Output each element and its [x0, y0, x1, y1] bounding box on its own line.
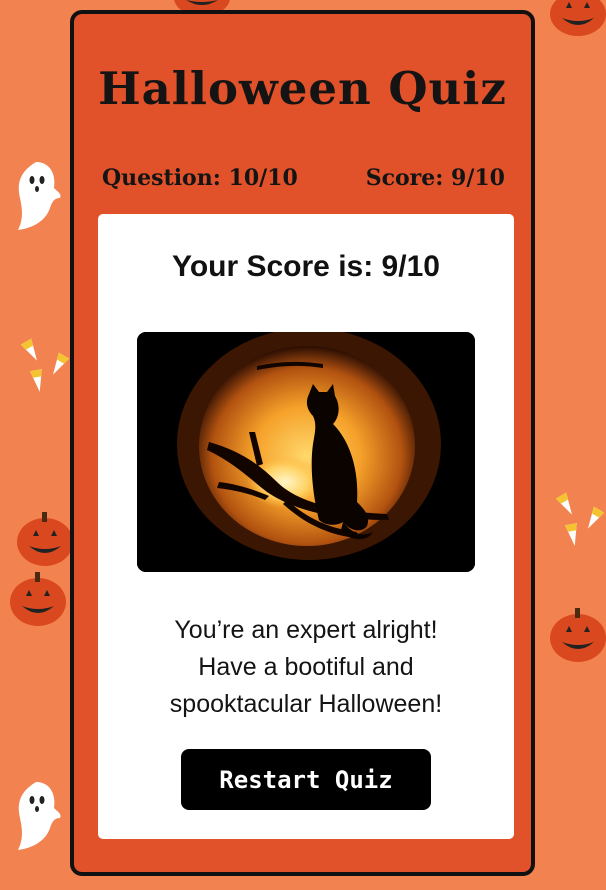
candy-corn-icon — [20, 338, 70, 392]
quiz-card: Halloween Quiz Question: 10/10 Score: 9/… — [70, 10, 535, 876]
pumpkin-icon — [17, 512, 73, 566]
jack-o-lantern-cat-icon — [137, 332, 475, 572]
quiz-status-row: Question: 10/10 Score: 9/10 — [102, 165, 505, 191]
candy-corn-icon — [555, 492, 605, 546]
result-message-line: You’re an expert alright! — [174, 616, 438, 644]
pumpkin-icon — [10, 572, 66, 626]
result-message: You’re an expert alright! Have a bootifu… — [118, 612, 494, 723]
ghost-icon — [18, 162, 61, 230]
result-message-line: spooktacular Halloween! — [169, 690, 443, 718]
restart-quiz-button[interactable]: Restart Quiz — [181, 749, 431, 810]
final-score-heading: Your Score is: 9/10 — [172, 250, 440, 283]
score-counter: Score: 9/10 — [365, 165, 505, 191]
ghost-icon — [18, 782, 61, 850]
pumpkin-icon — [550, 0, 606, 36]
page-title: Halloween Quiz — [98, 62, 507, 115]
result-message-line: Have a bootiful and — [198, 653, 414, 681]
pumpkin-icon — [550, 608, 606, 662]
result-panel: Your Score is: 9/10 You’re an expert alr… — [98, 214, 514, 839]
question-counter: Question: 10/10 — [102, 165, 298, 191]
